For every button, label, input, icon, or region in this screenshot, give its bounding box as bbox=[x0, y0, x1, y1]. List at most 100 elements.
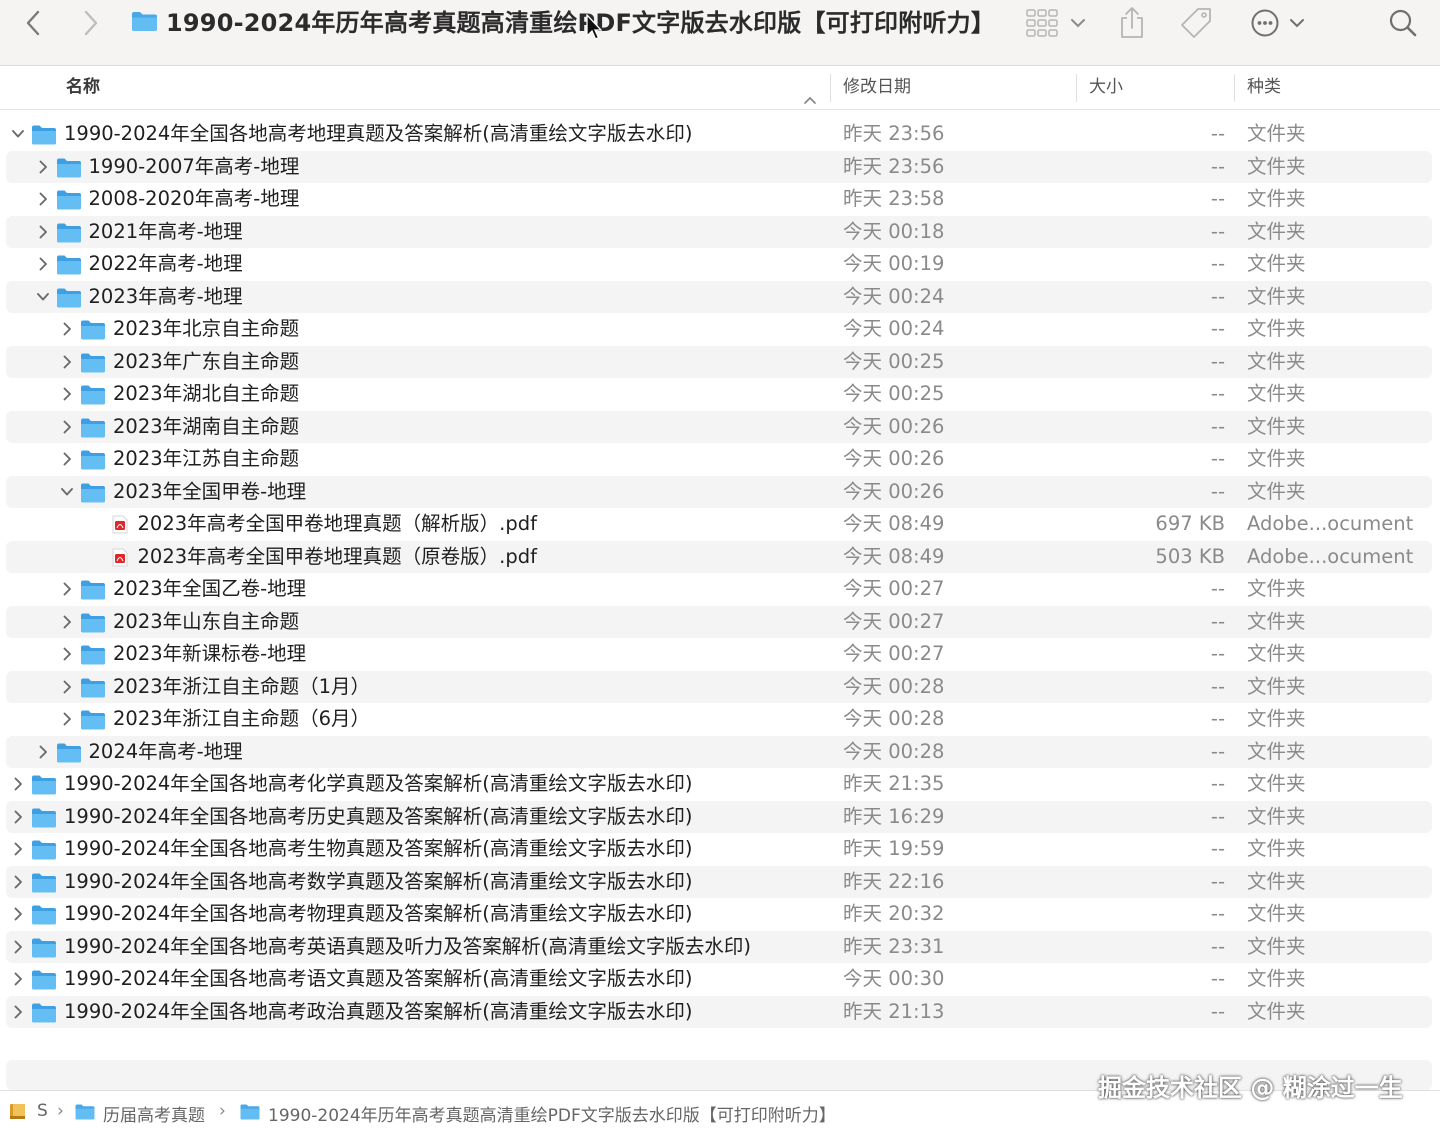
folder-row[interactable]: 2023年全国甲卷-地理 今天 00:26 -- 文件夹 bbox=[0, 475, 1440, 509]
folder-row[interactable]: 2024年高考-地理 今天 00:28 -- 文件夹 bbox=[0, 735, 1440, 769]
more-actions-button[interactable] bbox=[1248, 8, 1308, 38]
item-modified-date: 今天 00:28 bbox=[843, 674, 945, 698]
item-modified-date: 昨天 21:13 bbox=[843, 999, 945, 1023]
folder-row[interactable]: 2022年高考-地理 今天 00:19 -- 文件夹 bbox=[0, 248, 1440, 281]
disclosure-chevron-down-icon[interactable] bbox=[11, 126, 25, 142]
folder-icon bbox=[56, 255, 81, 275]
folder-icon bbox=[56, 743, 81, 762]
view-options-button[interactable] bbox=[1024, 8, 1088, 38]
item-modified-date: 今天 08:49 bbox=[843, 512, 945, 535]
item-name: 1990-2024年全国各地高考历史真题及答案解析(高清重绘文字版去水印) bbox=[64, 804, 693, 828]
item-name: 2023年全国乙卷-地理 bbox=[113, 577, 307, 600]
watermark: 掘金技术社区 @ 糊涂过一生 bbox=[1098, 1074, 1403, 1102]
item-kind: 文件夹 bbox=[1247, 577, 1306, 600]
folder-row[interactable]: 2023年高考-地理 今天 00:24 -- 文件夹 bbox=[0, 280, 1440, 314]
disclosure-chevron-right-icon[interactable] bbox=[36, 224, 50, 240]
folder-icon bbox=[81, 678, 105, 697]
column-kind-header[interactable]: 种类 bbox=[1247, 66, 1281, 110]
disclosure-chevron-right-icon[interactable] bbox=[11, 971, 25, 987]
disclosure-chevron-right-icon[interactable] bbox=[60, 581, 74, 597]
disclosure-chevron-right-icon[interactable] bbox=[60, 614, 74, 630]
path-item-folder[interactable]: 历届高考真题 bbox=[103, 1101, 205, 1126]
forward-button[interactable] bbox=[76, 8, 106, 38]
disclosure-chevron-right-icon[interactable] bbox=[11, 874, 25, 890]
search-button[interactable] bbox=[1386, 8, 1420, 38]
disclosure-chevron-right-icon[interactable] bbox=[11, 776, 25, 792]
folder-row[interactable]: 2023年湖北自主命题 今天 00:25 -- 文件夹 bbox=[0, 378, 1440, 411]
sort-ascending-icon[interactable] bbox=[802, 78, 818, 122]
disclosure-chevron-down-icon[interactable] bbox=[60, 484, 74, 500]
item-kind: 文件夹 bbox=[1247, 122, 1306, 145]
folder-row[interactable]: 2023年广东自主命题 今天 00:25 -- 文件夹 bbox=[0, 345, 1440, 379]
item-modified-date: 今天 00:24 bbox=[843, 284, 945, 308]
file-row[interactable]: 2023年高考全国甲卷地理真题（解析版）.pdf 今天 08:49 697 KB Ad… bbox=[0, 508, 1440, 541]
folder-row[interactable]: 1990-2024年全国各地高考政治真题及答案解析(高清重绘文字版去水印) 昨天 … bbox=[0, 995, 1440, 1029]
disclosure-chevron-right-icon[interactable] bbox=[60, 646, 74, 662]
disclosure-chevron-right-icon[interactable] bbox=[11, 939, 25, 955]
column-date-header[interactable]: 修改日期 bbox=[843, 66, 911, 110]
column-divider[interactable] bbox=[1234, 74, 1235, 102]
disclosure-chevron-right-icon[interactable] bbox=[60, 419, 74, 435]
file-row[interactable]: 2023年高考全国甲卷地理真题（原卷版）.pdf 今天 08:49 503 KB Ad… bbox=[0, 540, 1440, 574]
item-size: -- bbox=[1210, 219, 1225, 243]
disclosure-chevron-right-icon[interactable] bbox=[60, 451, 74, 467]
disclosure-chevron-right-icon[interactable] bbox=[60, 679, 74, 695]
disclosure-chevron-down-icon[interactable] bbox=[36, 289, 50, 305]
disclosure-chevron-right-icon[interactable] bbox=[60, 354, 74, 370]
disclosure-chevron-right-icon[interactable] bbox=[36, 744, 50, 760]
column-divider[interactable] bbox=[830, 74, 831, 102]
folder-row[interactable]: 1990-2024年全国各地高考物理真题及答案解析(高清重绘文字版去水印) 昨天 … bbox=[0, 898, 1440, 931]
item-kind: 文件夹 bbox=[1247, 447, 1306, 470]
folder-row[interactable]: 1990-2024年全国各地高考语文真题及答案解析(高清重绘文字版去水印) 今天 … bbox=[0, 963, 1440, 996]
disclosure-chevron-right-icon[interactable] bbox=[36, 159, 50, 175]
disclosure-chevron-right-icon[interactable] bbox=[60, 386, 74, 402]
disclosure-chevron-right-icon[interactable] bbox=[11, 841, 25, 857]
file-list: 1990-2024年全国各地高考地理真题及答案解析(高清重绘文字版去水印) 昨天 … bbox=[0, 118, 1440, 1028]
item-modified-date: 今天 00:26 bbox=[843, 447, 945, 470]
item-size: -- bbox=[1210, 707, 1225, 730]
folder-row[interactable]: 2023年湖南自主命题 今天 00:26 -- 文件夹 bbox=[0, 410, 1440, 444]
item-name: 2023年全国甲卷-地理 bbox=[113, 479, 307, 503]
folder-row[interactable]: 1990-2024年全国各地高考化学真题及答案解析(高清重绘文字版去水印) 昨天 … bbox=[0, 768, 1440, 801]
item-size: -- bbox=[1210, 252, 1225, 275]
column-size-header[interactable]: 大小 bbox=[1089, 66, 1123, 110]
folder-row[interactable]: 2023年全国乙卷-地理 今天 00:27 -- 文件夹 bbox=[0, 573, 1440, 606]
folder-row[interactable]: 2008-2020年高考-地理 昨天 23:58 -- 文件夹 bbox=[0, 183, 1440, 216]
back-button[interactable] bbox=[18, 8, 48, 38]
item-modified-date: 今天 08:49 bbox=[843, 544, 945, 568]
item-size: -- bbox=[1210, 447, 1225, 470]
disclosure-chevron-right-icon[interactable] bbox=[11, 1004, 25, 1020]
folder-row[interactable]: 1990-2024年全国各地高考英语真题及听力及答案解析(高清重绘文字版去水印)… bbox=[0, 930, 1440, 964]
share-button[interactable] bbox=[1116, 7, 1148, 38]
folder-row[interactable]: 2023年山东自主命题 今天 00:27 -- 文件夹 bbox=[0, 605, 1440, 639]
column-divider[interactable] bbox=[1076, 74, 1077, 102]
folder-row[interactable]: 1990-2007年高考-地理 昨天 23:56 -- 文件夹 bbox=[0, 150, 1440, 184]
chevron-down-icon bbox=[1290, 19, 1304, 28]
disclosure-chevron-right-icon[interactable] bbox=[36, 256, 50, 272]
folder-row[interactable]: 1990-2024年全国各地高考地理真题及答案解析(高清重绘文字版去水印) 昨天 … bbox=[0, 118, 1440, 151]
folder-row[interactable]: 1990-2024年全国各地高考生物真题及答案解析(高清重绘文字版去水印) 昨天 … bbox=[0, 833, 1440, 866]
item-modified-date: 昨天 21:35 bbox=[843, 772, 945, 795]
folder-row[interactable]: 2023年浙江自主命题（1月） 今天 00:28 -- 文件夹 bbox=[0, 670, 1440, 704]
item-kind: 文件夹 bbox=[1247, 642, 1306, 665]
path-item-drive[interactable]: S bbox=[37, 1101, 48, 1121]
folder-icon bbox=[56, 190, 81, 210]
column-name-header[interactable]: 名称 bbox=[66, 66, 100, 110]
drive-icon bbox=[10, 1104, 25, 1119]
folder-row[interactable]: 2023年江苏自主命题 今天 00:26 -- 文件夹 bbox=[0, 443, 1440, 476]
folder-row[interactable]: 1990-2024年全国各地高考数学真题及答案解析(高清重绘文字版去水印) 昨天 … bbox=[0, 865, 1440, 899]
disclosure-chevron-right-icon[interactable] bbox=[60, 711, 74, 727]
disclosure-chevron-right-icon[interactable] bbox=[60, 321, 74, 337]
folder-row[interactable]: 1990-2024年全国各地高考历史真题及答案解析(高清重绘文字版去水印) 昨天 … bbox=[0, 800, 1440, 834]
disclosure-chevron-right-icon[interactable] bbox=[11, 809, 25, 825]
disclosure-chevron-right-icon[interactable] bbox=[11, 906, 25, 922]
folder-row[interactable]: 2023年北京自主命题 今天 00:24 -- 文件夹 bbox=[0, 313, 1440, 346]
folder-row[interactable]: 2023年新课标卷-地理 今天 00:27 -- 文件夹 bbox=[0, 638, 1440, 671]
item-size: 503 KB bbox=[1155, 544, 1225, 568]
disclosure-chevron-right-icon[interactable] bbox=[36, 191, 50, 207]
path-item-current-folder[interactable]: 1990-2024年历年高考真题高清重绘PDF文字版去水印版【可打印附听力】 bbox=[268, 1101, 836, 1126]
folder-row[interactable]: 2023年浙江自主命题（6月） 今天 00:28 -- 文件夹 bbox=[0, 703, 1440, 736]
item-size: -- bbox=[1210, 999, 1225, 1023]
folder-row[interactable]: 2021年高考-地理 今天 00:18 -- 文件夹 bbox=[0, 215, 1440, 249]
tag-button[interactable] bbox=[1178, 8, 1214, 38]
